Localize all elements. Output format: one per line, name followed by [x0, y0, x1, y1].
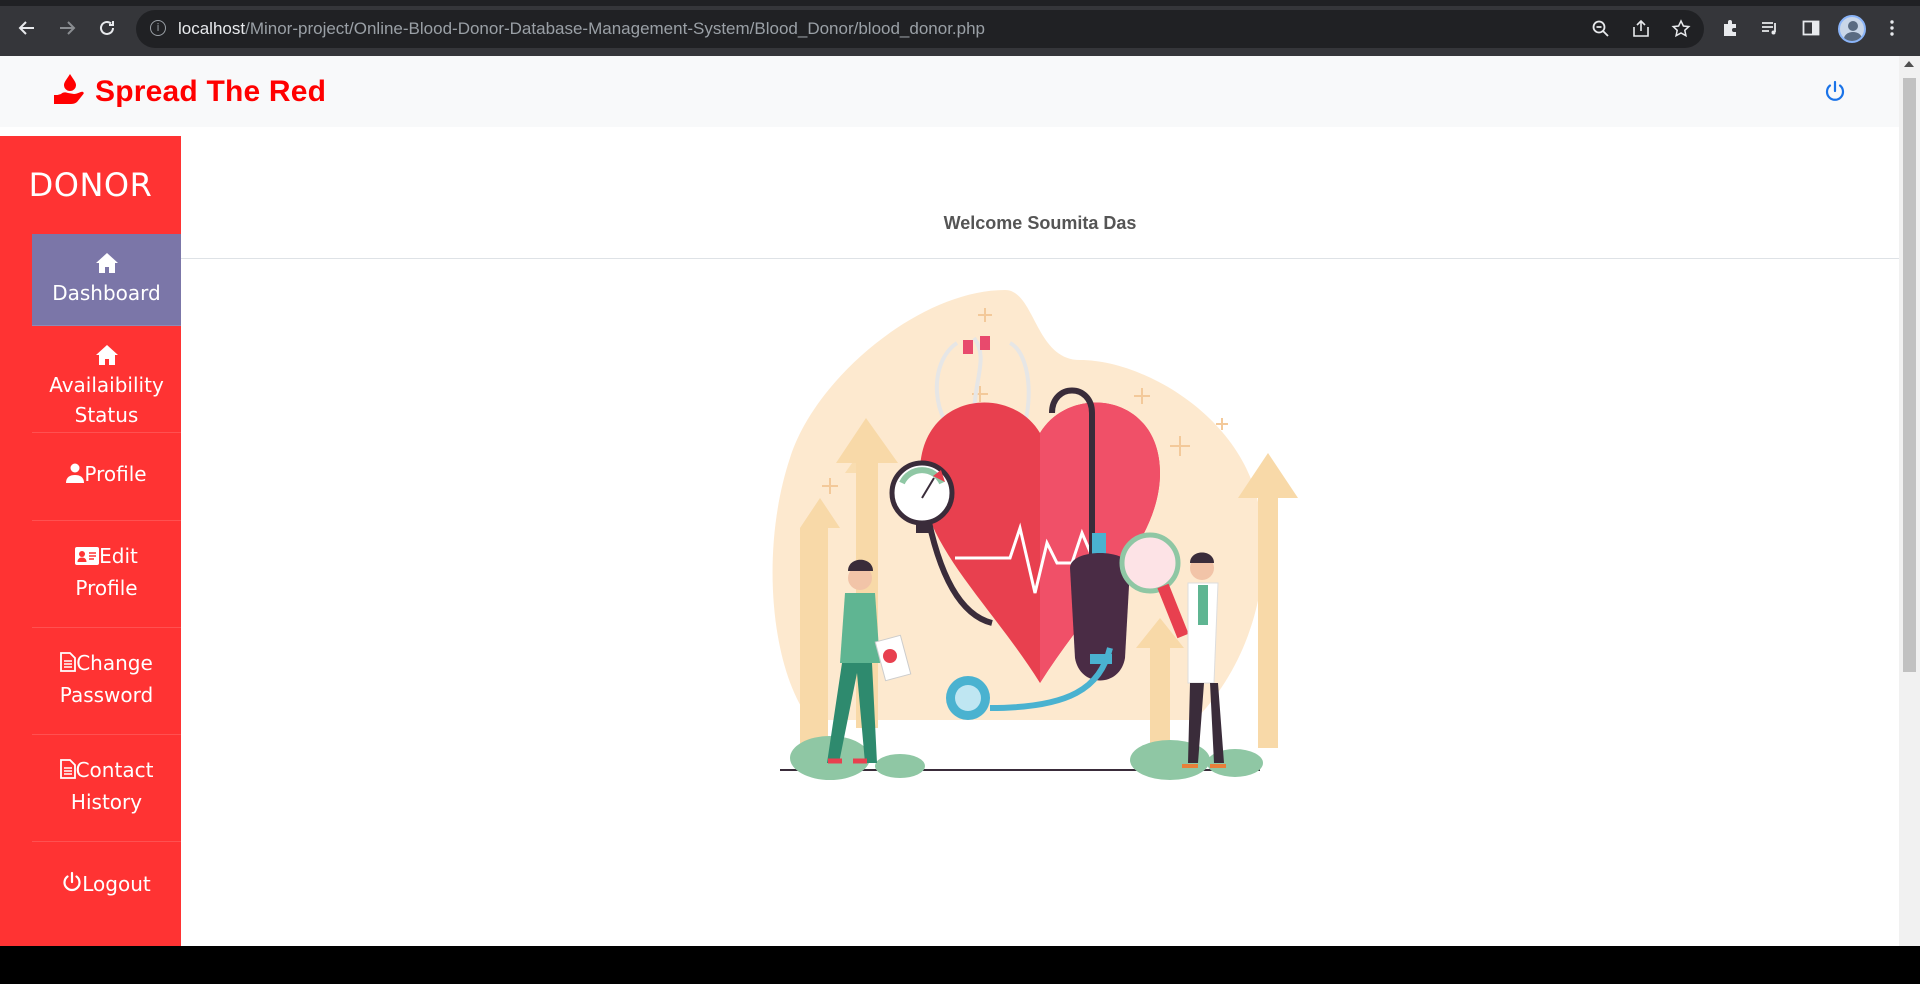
sidebar-item-contact-history[interactable]: Contact History: [32, 735, 181, 842]
page-scrollbar[interactable]: [1899, 56, 1920, 984]
user-icon: [66, 461, 85, 491]
more-menu-icon[interactable]: [1878, 14, 1906, 42]
power-icon: [62, 871, 82, 901]
brand-link[interactable]: Spread The Red: [53, 72, 326, 111]
tab-strip: [0, 0, 1920, 6]
sidebar-item-availability-status[interactable]: Availaibility Status: [32, 326, 181, 433]
url-host: localhost: [178, 19, 246, 38]
sidebar-item-logout[interactable]: Logout: [32, 842, 181, 930]
sidebar-item-label: Profile: [84, 462, 147, 486]
back-arrow-icon[interactable]: [13, 14, 41, 42]
zoom-icon[interactable]: [1591, 19, 1611, 39]
heart-health-illustration: [770, 288, 1310, 794]
welcome-header: Welcome Soumita Das: [181, 136, 1899, 259]
id-card-icon: [75, 543, 100, 573]
home-icon: [32, 344, 181, 370]
url-path: /Minor-project/Online-Blood-Donor-Databa…: [245, 19, 986, 38]
side-panel-icon[interactable]: [1797, 14, 1825, 42]
navbar: Spread The Red: [0, 56, 1899, 127]
scrollbar-thumb[interactable]: [1903, 78, 1916, 672]
sidebar-item-label: Profile: [75, 575, 138, 600]
sidebar-item-label: Dashboard: [52, 281, 161, 305]
welcome-text: Welcome Soumita Das: [943, 213, 1137, 233]
home-icon: [32, 252, 181, 278]
file-icon: [59, 757, 76, 787]
sidebar-item-label: Password: [59, 682, 154, 707]
sidebar-title: DONOR: [28, 166, 153, 204]
brand-name: Spread The Red: [95, 74, 327, 108]
extensions-icon[interactable]: [1716, 14, 1744, 42]
blood-donation-hand-icon: [53, 72, 87, 111]
sidebar-item-edit-profile[interactable]: Edit Profile: [32, 521, 181, 628]
url-text[interactable]: localhost/Minor-project/Online-Blood-Don…: [178, 19, 985, 39]
site-info-icon[interactable]: i: [150, 20, 166, 36]
file-icon: [60, 650, 77, 680]
sidebar-item-label: Availaibility: [49, 373, 164, 397]
sidebar-item-label: Logout: [82, 872, 151, 896]
sidebar-item-label: Edit: [99, 544, 138, 568]
reload-icon[interactable]: [93, 14, 121, 42]
sidebar-item-change-password[interactable]: Change Password: [32, 628, 181, 735]
power-icon[interactable]: [1822, 78, 1848, 104]
sidebar-item-label: Contact: [75, 758, 154, 782]
bookmark-star-icon[interactable]: [1671, 19, 1691, 39]
sidebar-item-dashboard[interactable]: Dashboard: [32, 234, 181, 326]
sidebar-item-label: Change: [76, 651, 153, 675]
browser-toolbar: i localhost/Minor-project/Online-Blood-D…: [0, 0, 1920, 56]
media-queue-icon[interactable]: [1756, 14, 1784, 42]
profile-avatar[interactable]: [1838, 15, 1866, 43]
scroll-up-arrow-icon[interactable]: [1904, 61, 1914, 67]
share-icon[interactable]: [1631, 19, 1651, 39]
sidebar-item-label: History: [70, 789, 143, 814]
address-bar[interactable]: i localhost/Minor-project/Online-Blood-D…: [136, 10, 1704, 48]
taskbar-area: [0, 946, 1920, 984]
sidebar-item-label: Status: [74, 403, 139, 427]
page-viewport: Spread The Red DONOR Dashboard Availaibi…: [0, 56, 1899, 946]
sidebar: DONOR Dashboard Availaibility Status Pro…: [0, 136, 181, 946]
sidebar-item-profile[interactable]: Profile: [32, 433, 181, 521]
forward-arrow-icon[interactable]: [53, 14, 81, 42]
